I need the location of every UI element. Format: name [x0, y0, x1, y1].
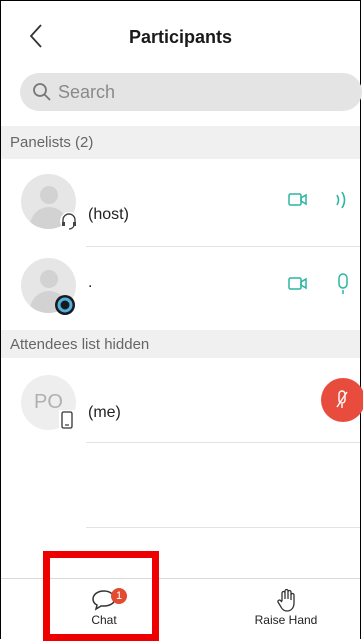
- microphone-muted-icon: [336, 390, 348, 408]
- video-camera-icon[interactable]: [288, 276, 308, 292]
- search-placeholder: Search: [58, 81, 116, 102]
- raise-hand-label: Raise Hand: [254, 613, 318, 627]
- headset-icon: [60, 212, 78, 230]
- header: Participants: [1, 1, 360, 71]
- attendees-section-header: Attendees list hidden: [1, 330, 360, 358]
- status-ring-icon: [55, 295, 75, 315]
- panelists-section-header: Panelists (2): [1, 126, 360, 159]
- raise-hand-tab[interactable]: Raise Hand: [241, 579, 331, 641]
- chat-badge: 1: [111, 588, 127, 604]
- search-input[interactable]: Search: [20, 73, 362, 111]
- participant-row-panelist[interactable]: .: [1, 247, 360, 334]
- participant-name: (host): [88, 206, 129, 223]
- search-icon: [33, 83, 51, 101]
- participant-row-host[interactable]: (host): [1, 159, 360, 247]
- participant-name: (me): [88, 404, 121, 421]
- mute-button[interactable]: [321, 378, 363, 422]
- divider: [86, 527, 360, 528]
- bottom-toolbar: 1 Chat Raise Hand: [1, 578, 360, 641]
- app-screen: Participants Search Panelists (2) (host): [0, 0, 363, 641]
- video-camera-icon[interactable]: [288, 192, 308, 208]
- participant-name: .: [88, 274, 93, 291]
- panelists-label: Panelists (2): [10, 134, 94, 151]
- speaking-icon[interactable]: [334, 190, 350, 210]
- page-title: Participants: [128, 27, 233, 47]
- participant-row-me[interactable]: PO (me): [1, 358, 363, 446]
- chat-tab[interactable]: 1 Chat: [61, 579, 147, 641]
- attendees-label: Attendees list hidden: [10, 335, 150, 353]
- mobile-phone-icon: [59, 410, 75, 430]
- hand-icon: [277, 588, 295, 612]
- microphone-icon[interactable]: [336, 273, 350, 295]
- chat-label: Chat: [91, 613, 117, 627]
- divider: [86, 442, 360, 443]
